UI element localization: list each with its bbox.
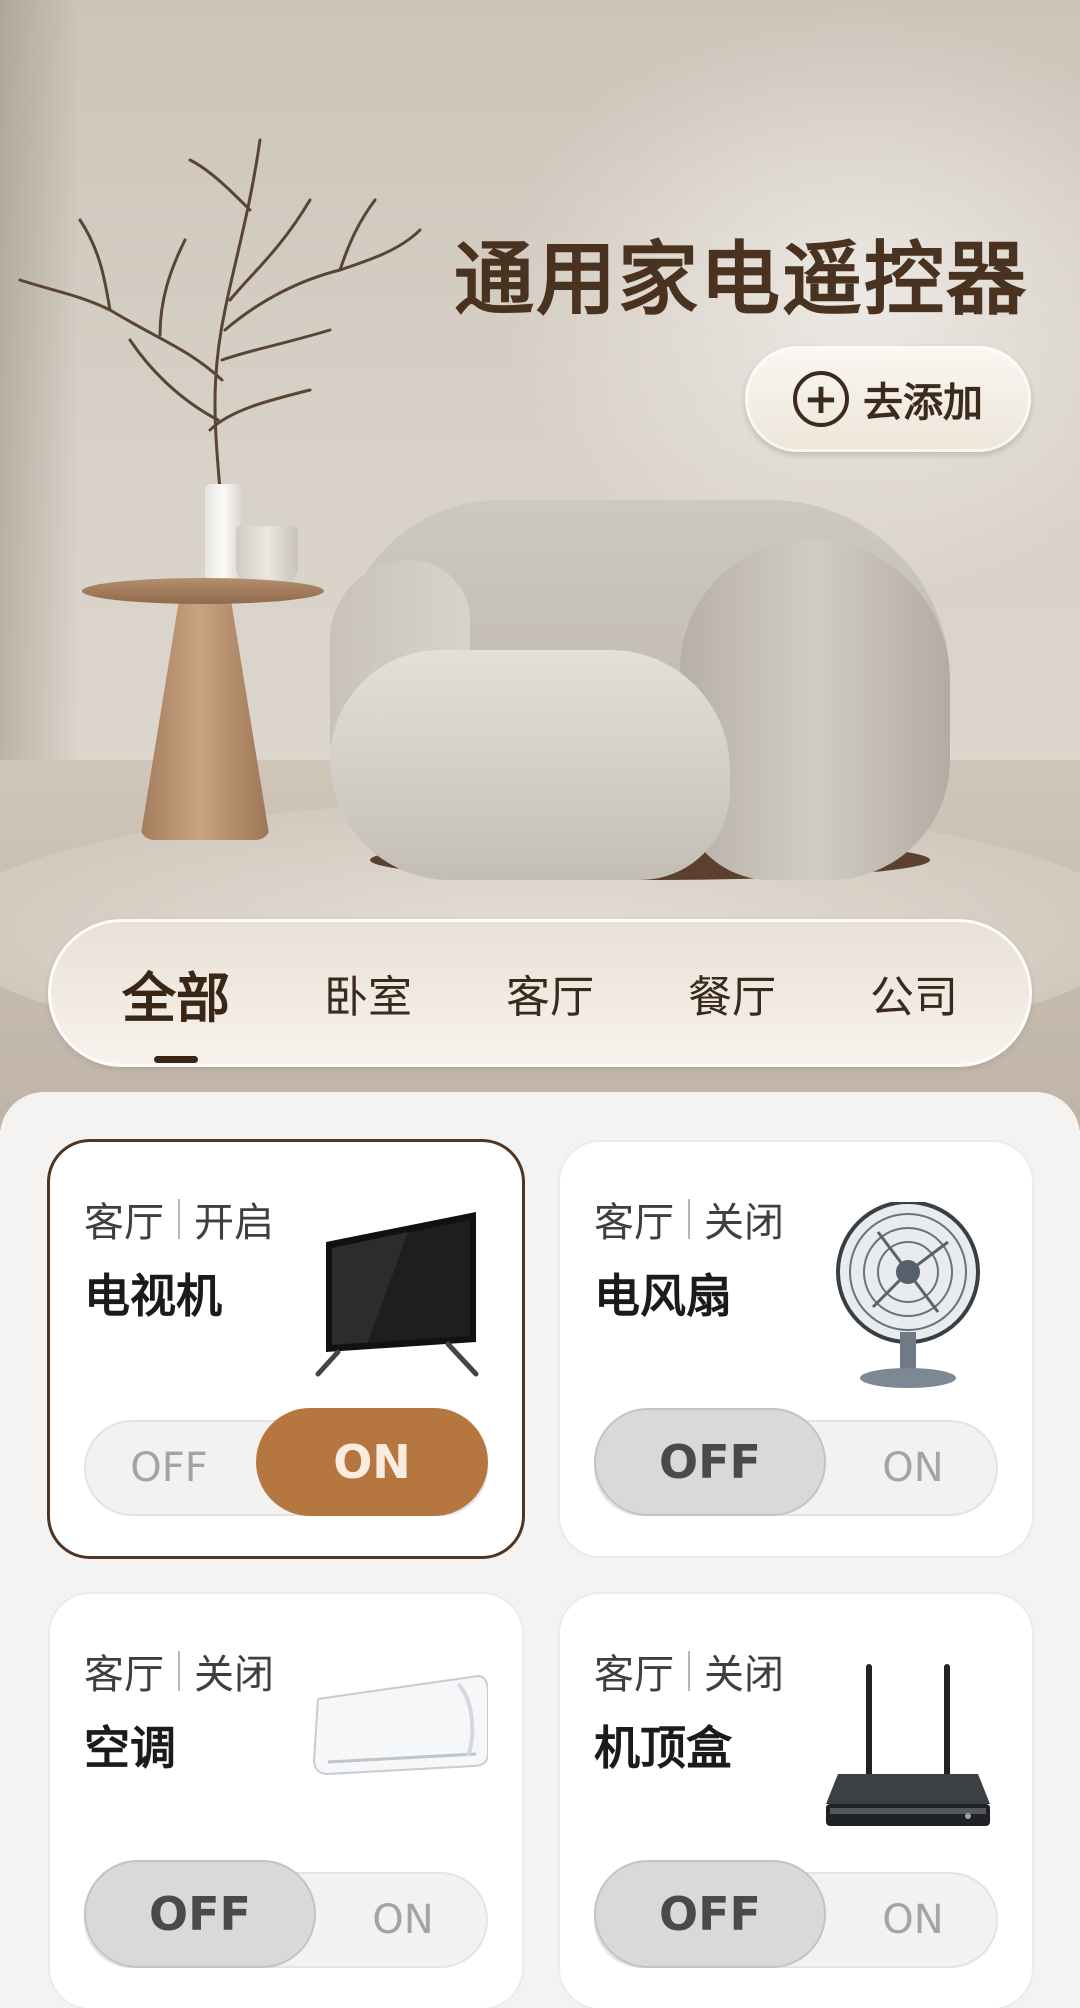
device-meta: 客厅 开启 <box>84 1190 274 1248</box>
device-status: 开启 <box>194 1200 274 1246</box>
room-tabs: 全部 卧室 客厅 餐厅 公司 <box>48 919 1032 1067</box>
toggle-knob-off[interactable]: OFF <box>84 1860 316 1968</box>
fan-icon <box>836 1202 980 1388</box>
device-name: 电视机 <box>84 1269 222 1323</box>
device-status: 关闭 <box>194 1652 274 1698</box>
meta-divider <box>688 1651 690 1691</box>
tab-living-room[interactable]: 客厅 <box>500 961 600 1025</box>
device-panel: 客厅 开启 电视机 OFF ON 客厅 关闭 电风扇 OFF ON 客厅 关闭 … <box>0 1092 1080 2008</box>
device-meta: 客厅 关闭 <box>594 1190 784 1248</box>
toggle-knob-on[interactable]: ON <box>256 1408 488 1516</box>
add-device-button[interactable]: + 去添加 <box>745 346 1031 452</box>
tab-dining-room-label: 餐厅 <box>688 972 776 1023</box>
tab-office[interactable]: 公司 <box>864 961 964 1025</box>
side-table-leg <box>140 600 270 840</box>
armchair-seat <box>330 650 730 880</box>
toggle-on-option[interactable]: ON <box>318 1872 488 1968</box>
tab-bedroom[interactable]: 卧室 <box>318 961 418 1025</box>
tab-office-label: 公司 <box>870 972 958 1023</box>
device-name: 空调 <box>84 1721 176 1775</box>
power-toggle[interactable]: OFF ON <box>594 1860 998 1968</box>
device-status: 关闭 <box>704 1200 784 1246</box>
meta-divider <box>688 1199 690 1239</box>
device-meta: 客厅 关闭 <box>594 1642 784 1700</box>
active-tab-indicator <box>154 1055 198 1063</box>
power-toggle[interactable]: OFF ON <box>84 1408 488 1516</box>
add-device-label: 去添加 <box>863 380 983 426</box>
device-room: 客厅 <box>594 1200 674 1246</box>
toggle-knob-off[interactable]: OFF <box>594 1408 826 1516</box>
toggle-knob-off[interactable]: OFF <box>594 1860 826 1968</box>
power-toggle[interactable]: OFF ON <box>84 1860 488 1968</box>
toggle-on-option[interactable]: ON <box>828 1420 998 1516</box>
device-status: 关闭 <box>704 1652 784 1698</box>
page-title: 通用家电遥控器 <box>454 233 1028 326</box>
tab-living-room-label: 客厅 <box>506 972 594 1023</box>
device-name: 电风扇 <box>594 1269 732 1323</box>
device-card-tv[interactable]: 客厅 开启 电视机 OFF ON <box>50 1142 522 1556</box>
device-name: 机顶盒 <box>594 1721 732 1775</box>
tab-dining-room[interactable]: 餐厅 <box>682 961 782 1025</box>
branch-decoration <box>18 138 422 492</box>
device-card-fan[interactable]: 客厅 关闭 电风扇 OFF ON <box>560 1142 1032 1556</box>
device-meta: 客厅 关闭 <box>84 1642 274 1700</box>
cup <box>236 526 298 582</box>
tv-icon <box>315 1212 479 1377</box>
device-card-air-conditioner[interactable]: 客厅 关闭 空调 OFF ON <box>50 1594 522 2008</box>
device-card-set-top-box[interactable]: 客厅 关闭 机顶盒 OFF ON <box>560 1594 1032 2008</box>
air-conditioner-icon <box>312 1674 488 1776</box>
device-room: 客厅 <box>84 1200 164 1246</box>
meta-divider <box>178 1651 180 1691</box>
tab-all[interactable]: 全部 <box>116 954 236 1063</box>
tab-all-label: 全部 <box>122 966 230 1030</box>
set-top-box-icon <box>826 1664 990 1826</box>
toggle-on-option[interactable]: ON <box>828 1872 998 1968</box>
add-circle-icon: + <box>793 371 849 427</box>
side-table-top <box>82 578 324 604</box>
device-room: 客厅 <box>84 1652 164 1698</box>
device-room: 客厅 <box>594 1652 674 1698</box>
power-toggle[interactable]: OFF ON <box>594 1408 998 1516</box>
toggle-off-option[interactable]: OFF <box>84 1420 254 1516</box>
tab-bedroom-label: 卧室 <box>324 972 412 1023</box>
meta-divider <box>178 1199 180 1239</box>
